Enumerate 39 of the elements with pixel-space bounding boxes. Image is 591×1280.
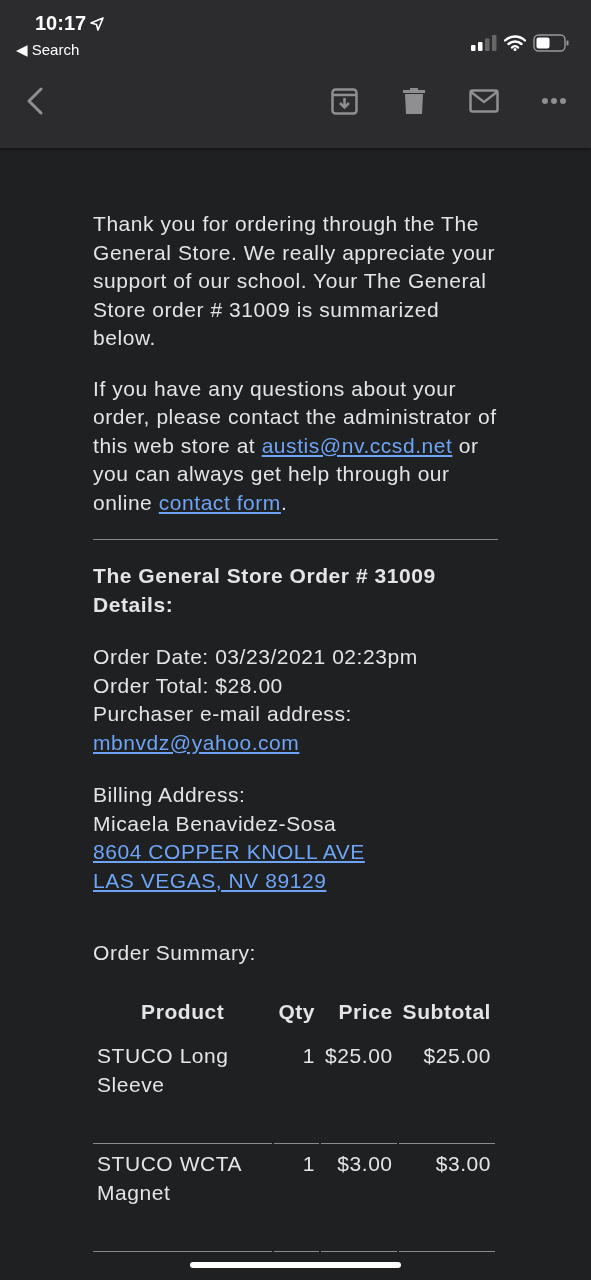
mail-icon (469, 89, 499, 113)
order-detail-text: Purchaser e-mail address: (93, 701, 352, 727)
archive-button[interactable] (329, 86, 359, 116)
table-cell: $25.00 (398, 1036, 495, 1144)
link[interactable]: mbnvdz@yahoo.com (93, 728, 300, 757)
trash-icon (403, 87, 425, 115)
more-icon (542, 98, 566, 104)
contact-paragraph: If you have any questions about your order, please contact the administrator of this web store at austis@nv.ccsd.net or you can always get help through our online contact form. (93, 375, 498, 516)
battery-icon (533, 34, 569, 52)
signal-icon (471, 35, 497, 51)
link[interactable]: contact form (158, 490, 281, 514)
table-cell: STUCO WCTA Magnet (93, 1144, 273, 1252)
thank-you-paragraph: Thank you for ordering through the The General Store. We really appreciate your support of our school. Your The General Store order # 31009 is summarized below. (93, 211, 497, 351)
table-cell: 1 (274, 1036, 320, 1144)
order-detail-text: Order Date: 03/23/2021 02:23pm (93, 644, 418, 670)
wifi-icon (504, 35, 526, 51)
order-details-heading: The General Store Order # 31009 Details: (93, 563, 437, 618)
back-to-search-link[interactable]: ◀ Search (16, 41, 105, 59)
table-cell: 1 (274, 1144, 320, 1252)
table-cell: STUCO Long Sleeve (93, 1036, 273, 1144)
column-header: Subtotal (401, 998, 492, 1025)
link[interactable]: 8604 COPPER KNOLL AVE (93, 838, 365, 867)
table-cell: $25.00 (321, 1036, 397, 1144)
order-detail-text: Order Total: $28.00 (93, 672, 283, 699)
chevron-left-icon (27, 87, 43, 115)
location-arrow-icon (90, 16, 105, 31)
link[interactable]: austis@nv.ccsd.net (261, 433, 453, 457)
order-summary-label: Order Summary: (93, 940, 257, 966)
link[interactable]: LAS VEGAS, NV 89129 (93, 866, 327, 895)
table-cell: $3.00 (398, 1144, 495, 1252)
table-cell: $3.00 (321, 1144, 397, 1252)
clock-time: 10:17 (35, 12, 87, 35)
billing-text: Micaela Benavidez-Sosa (93, 810, 337, 837)
archive-icon (330, 87, 358, 115)
column-header: Price (337, 998, 394, 1025)
billing-text: Billing Address: (93, 782, 246, 808)
column-header: Qty (277, 998, 317, 1025)
column-header: Product (140, 998, 226, 1025)
mail-button[interactable] (469, 86, 499, 116)
